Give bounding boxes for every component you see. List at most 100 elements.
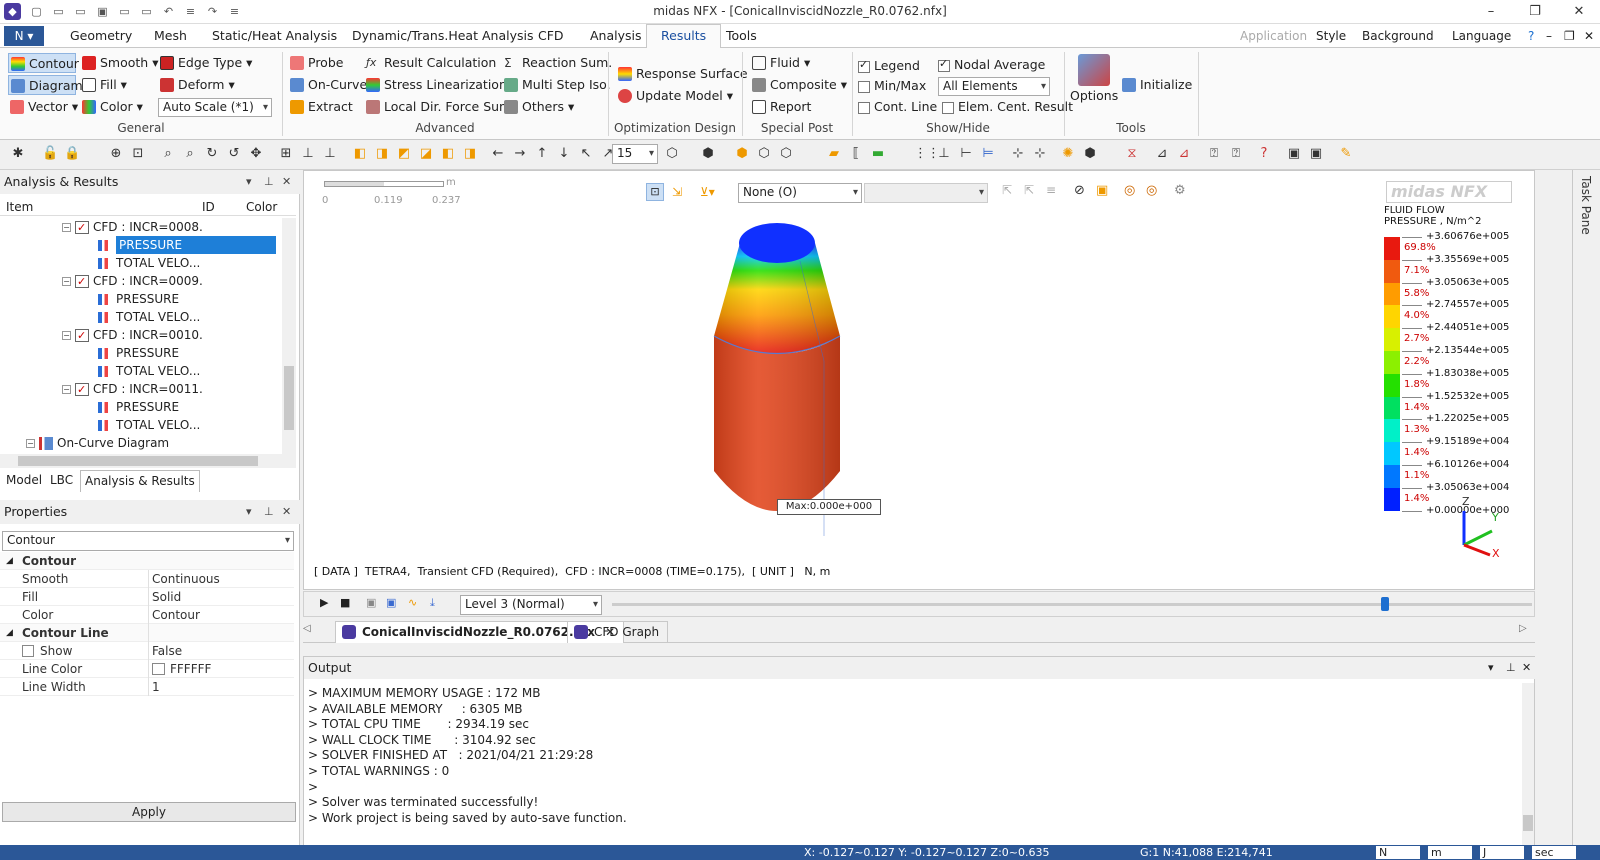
tree-item-result[interactable]: TOTAL VELO... <box>98 416 200 434</box>
pencil-icon[interactable]: ✎ <box>1338 146 1354 162</box>
rotate-icon[interactable]: ↻ <box>204 146 220 162</box>
prop-row-line-width[interactable]: Line Width 1 <box>0 678 294 696</box>
panel-menu-icon[interactable]: ▾ <box>246 500 252 524</box>
pick-icon[interactable]: ⇲ <box>668 183 686 201</box>
brackets-icon[interactable]: ⟦ <box>848 146 864 162</box>
response-surface-button[interactable]: Response Surface <box>616 64 748 84</box>
plane-icon[interactable]: ⊥ <box>936 146 952 162</box>
time-slider-track[interactable] <box>612 603 1532 606</box>
group-icon[interactable]: ▣ <box>1096 183 1108 198</box>
mesh-cube-icon[interactable]: ⬢ <box>700 146 716 162</box>
time-slider-thumb[interactable] <box>1380 597 1389 611</box>
task-pane-sidebar[interactable]: Task Pane <box>1572 170 1600 845</box>
tab-cfd-graph[interactable]: CFD Graph <box>567 621 669 643</box>
report-button[interactable]: Report <box>750 97 811 117</box>
tree-node-on-curve[interactable]: − On-Curve Diagram <box>26 434 169 452</box>
apply-button[interactable]: Apply <box>2 802 296 822</box>
fluid-button[interactable]: Fluid ▾ <box>750 53 810 73</box>
unit-energy-select[interactable]: J <box>1480 846 1524 859</box>
image-icon[interactable]: ▣ <box>1308 146 1324 162</box>
settings-icon[interactable]: ⚙ <box>1174 183 1186 198</box>
panel-menu-icon[interactable]: ▾ <box>1488 657 1494 679</box>
model-viewport[interactable]: m 0 0.119 0.237 ⊡ ⇲ ⊻▾ None (O) ⇱ ⇱ ≡ ⊘ … <box>303 170 1535 590</box>
zoom-window-icon[interactable]: ⌕ <box>160 146 176 162</box>
show-checkbox[interactable] <box>22 645 34 657</box>
elem-cent-result-checkbox[interactable]: Elem. Cent. Result <box>942 98 1073 116</box>
options-button[interactable]: Options <box>1070 88 1118 103</box>
arrow-down-icon[interactable]: ↓ <box>556 146 572 162</box>
initialize-button[interactable]: Initialize <box>1120 75 1192 95</box>
menu-dynamic-heat[interactable]: Dynamic/Trans.Heat Analysis <box>352 28 533 43</box>
zoom-fit-icon[interactable]: ⊡ <box>130 146 146 162</box>
diagram-button[interactable]: Diagram <box>8 75 83 95</box>
eraser-icon[interactable]: ▰ <box>826 146 842 162</box>
menu-geometry[interactable]: Geometry <box>70 28 132 43</box>
capture-frames-icon[interactable]: ▣ <box>386 596 396 609</box>
close-icon[interactable]: ✕ <box>1564 2 1594 22</box>
grid-icon[interactable]: ⊞ <box>278 146 294 162</box>
arrow-right-icon[interactable]: → <box>512 146 528 162</box>
minmax-checkbox[interactable]: Min/Max <box>858 77 926 95</box>
ribbon-minimize-icon[interactable]: – <box>1546 29 1552 43</box>
query2-icon[interactable]: ⍰ <box>1228 146 1244 162</box>
multi-step-iso-button[interactable]: Multi Step Iso. <box>502 75 611 95</box>
app-menu-button[interactable]: N ▾ <box>4 26 44 46</box>
filter-icon[interactable]: ⊻▾ <box>700 183 724 201</box>
tree-item-result[interactable]: TOTAL VELO... <box>98 362 200 380</box>
cube-icon[interactable]: ⬡ <box>664 146 680 162</box>
rotate-axis-icon[interactable]: ↺ <box>226 146 242 162</box>
tree-item-result[interactable]: TOTAL VELO... <box>98 308 200 326</box>
panel-close-icon[interactable]: ✕ <box>282 170 291 194</box>
options-icon[interactable] <box>1078 54 1110 86</box>
unit-length-select[interactable]: m <box>1428 846 1472 859</box>
color-bar-icon[interactable]: ▬ <box>870 146 886 162</box>
view-back-icon[interactable]: ◨ <box>374 146 390 162</box>
probe-button[interactable]: Probe <box>288 53 343 73</box>
prop-row-line-color[interactable]: Line Color FFFFFF <box>0 660 294 678</box>
prop-row-show[interactable]: Show False <box>0 642 294 660</box>
tree-node-incr[interactable]: −CFD : INCR=0010. <box>62 326 203 345</box>
axis2-icon[interactable]: ⊥ <box>322 146 338 162</box>
pick-element-icon[interactable]: ⇱ <box>1024 183 1034 197</box>
tab-scroll-right-icon[interactable]: ▷ <box>1519 623 1527 634</box>
tree-node-incr[interactable]: −CFD : INCR=0011. <box>62 380 203 399</box>
pin-icon[interactable]: ⊥ <box>264 500 274 524</box>
tree-horizontal-scrollbar[interactable] <box>0 454 296 468</box>
pin-icon[interactable]: ⊥ <box>1506 657 1516 679</box>
transform-icon[interactable]: ⊿ <box>1154 146 1170 162</box>
filter-select[interactable]: None (O) <box>738 183 862 203</box>
tree-item-result[interactable]: PRESSURE <box>98 236 276 254</box>
col-color[interactable]: Color <box>246 198 277 216</box>
select-icon[interactable]: ✱ <box>10 146 26 162</box>
others-button[interactable]: Others ▾ <box>502 97 574 117</box>
arrow-nw-icon[interactable]: ↖ <box>578 146 594 162</box>
tab-analysis-results[interactable]: Analysis & Results <box>80 470 200 492</box>
menu-mesh[interactable]: Mesh <box>154 28 187 43</box>
collapse-icon[interactable]: ◢ <box>6 552 13 570</box>
col-id[interactable]: ID <box>202 198 215 216</box>
tree-item-result[interactable]: PRESSURE <box>98 398 179 416</box>
vector-button[interactable]: Vector ▾ <box>8 97 78 117</box>
wireframe-icon[interactable]: ⬡ <box>756 146 772 162</box>
prop-row-color[interactable]: Color Contour <box>0 606 294 624</box>
tree-item-selected[interactable]: PRESSURE <box>116 236 276 254</box>
node-icon[interactable]: ⊹ <box>1010 146 1026 162</box>
tree-node-incr[interactable]: −CFD : INCR=0009. <box>62 272 203 291</box>
unit-force-select[interactable]: N <box>1376 846 1420 859</box>
extract-button[interactable]: Extract <box>288 97 353 117</box>
prop-row-smooth[interactable]: Smooth Continuous <box>0 570 294 588</box>
zoom-icon[interactable]: ⊕ <box>108 146 124 162</box>
update-model-button[interactable]: Update Model ▾ <box>616 86 733 106</box>
measure-icon[interactable]: ⊨ <box>980 146 996 162</box>
material-icon[interactable]: ⬢ <box>1082 146 1098 162</box>
auto-scale-select[interactable]: Auto Scale (*1) <box>158 98 272 117</box>
col-item[interactable]: Item <box>6 198 33 216</box>
menu-cfd[interactable]: CFD <box>538 28 564 43</box>
menu-analysis[interactable]: Analysis <box>590 28 642 43</box>
query-icon[interactable]: ⍰ <box>1206 146 1222 162</box>
target2-icon[interactable]: ◎ <box>1146 183 1157 198</box>
pick-node-icon[interactable]: ⇱ <box>1002 183 1012 197</box>
prop-category-contour[interactable]: ◢ Contour <box>0 552 294 570</box>
hidden-line-icon[interactable]: ⬡ <box>778 146 794 162</box>
menu-static-heat[interactable]: Static/Heat Analysis <box>212 28 337 43</box>
